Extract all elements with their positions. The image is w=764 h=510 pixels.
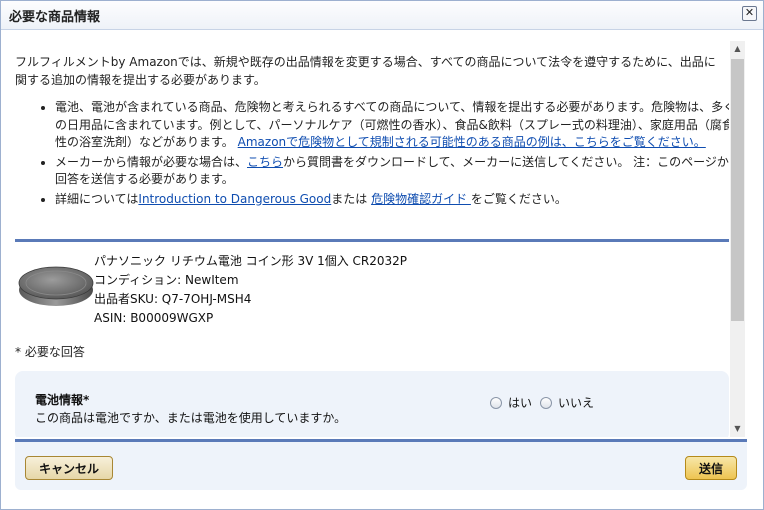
dialog-title: 必要な商品情報 [9, 10, 101, 25]
product-condition: コンディション: NewItem [94, 273, 239, 287]
product-name: パナソニック リチウム電池 コイン形 3V 1個入 CR2032P [94, 254, 408, 268]
scroll-up-icon[interactable]: ▲ [730, 41, 745, 57]
info-bullet-list: 電池、電池が含まれている商品、危険物と考えられるすべての商品について、情報を提出… [37, 99, 729, 210]
vertical-scrollbar[interactable]: ▲ ▼ [730, 41, 745, 437]
dialog-titlebar: 必要な商品情報 ✕ [1, 1, 763, 30]
battery-radio-group: はい いいえ [490, 394, 602, 411]
cancel-button[interactable]: キャンセル [25, 456, 113, 480]
battery-question-panel: 電池情報* この商品は電池ですか、または電池を使用していますか。 はい いいえ [15, 371, 729, 437]
dialog-footer: キャンセル 送信 [15, 442, 747, 490]
product-info: パナソニック リチウム電池 コイン形 3V 1個入 CR2032P コンディショ… [94, 252, 407, 328]
section-divider [15, 239, 729, 242]
product-image [18, 266, 94, 306]
radio-no-label[interactable]: いいえ [558, 394, 594, 411]
bullet-details: 詳細についてはIntroduction to Dangerous Goodまたは… [55, 191, 729, 209]
question-description: この商品は電池ですか、または電池を使用していますか。 [35, 411, 347, 425]
bullet-manufacturer: メーカーから情報が必要な場合は、こちらから質問書をダウンロードして、メーカーに送… [55, 154, 729, 189]
close-icon[interactable]: ✕ [742, 6, 757, 21]
dangerous-goods-guide-link[interactable]: 危険物確認ガイド [371, 192, 471, 206]
dialog-content: フルフィルメントby Amazonでは、新規や既存の出品情報を変更する場合、すべ… [1, 41, 729, 437]
intro-text: フルフィルメントby Amazonでは、新規や既存の出品情報を変更する場合、すべ… [15, 55, 716, 87]
required-product-info-dialog: 必要な商品情報 ✕ フルフィルメントby Amazonでは、新規や既存の出品情報… [0, 0, 764, 510]
scroll-down-icon[interactable]: ▼ [730, 421, 745, 437]
radio-no[interactable] [540, 396, 553, 409]
bullet-text: 詳細については [55, 191, 139, 206]
dangerous-goods-examples-link[interactable]: Amazonで危険物として規制される可能性のある商品の例は、こちらをご覧ください… [238, 135, 706, 149]
product-sku: 出品者SKU: Q7-7OHJ-MSH4 [94, 292, 252, 306]
product-asin: ASIN: B00009WGXP [94, 311, 214, 325]
intro-dangerous-goods-link[interactable]: Introduction to Dangerous Good [138, 192, 331, 206]
question-title: 電池情報* [35, 393, 90, 407]
bullet-dangerous-goods: 電池、電池が含まれている商品、危険物と考えられるすべての商品について、情報を提出… [55, 99, 729, 152]
questionnaire-download-link[interactable]: こちら [247, 155, 283, 169]
bullet-text: メーカーから情報が必要な場合は、 [55, 154, 248, 169]
bullet-text: をご覧ください。 [470, 191, 567, 206]
scrollbar-thumb[interactable] [731, 59, 744, 321]
radio-yes[interactable] [490, 396, 502, 409]
bullet-text: または [331, 191, 372, 206]
radio-yes-label[interactable]: はい [508, 394, 532, 411]
send-button[interactable]: 送信 [685, 456, 737, 480]
required-note: * 必要な回答 [15, 345, 85, 359]
